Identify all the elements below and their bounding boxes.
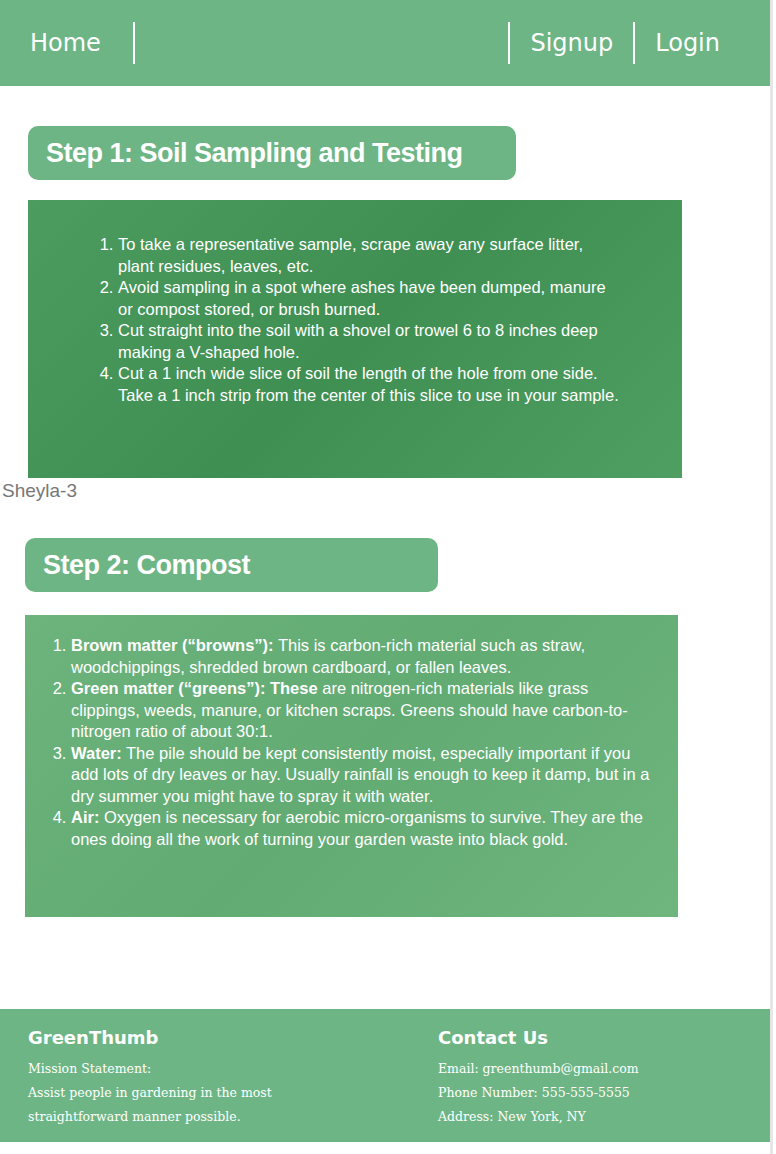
footer-about: GreenThumb Mission Statement: Assist peo… [28,1025,438,1130]
step-section: Step 2: Compost Brown matter (“browns”):… [0,538,770,917]
frame-label: Sheyla-3 [0,480,770,502]
step-title: Step 1: Soil Sampling and Testing [28,126,516,180]
nav-link[interactable]: Signup [508,22,633,64]
step-list: To take a representative sample, scrape … [96,234,622,406]
nav-link[interactable]: Home [30,22,135,64]
step-content: Brown matter (“browns”): This is carbon-… [25,615,678,917]
mission-text: Assist people in gardening in the most s… [28,1081,308,1129]
mission-label: Mission Statement: [28,1057,308,1081]
step-item: Cut a 1 inch wide slice of soil the leng… [118,363,622,406]
contact-line: Address: New York, NY [438,1105,770,1129]
nav-left: Home [30,22,135,64]
contact-line: Email: greenthumb@gmail.com [438,1057,770,1081]
step-item: Air: Oxygen is necessary for aerobic mic… [71,807,650,850]
step-item: Green matter (“greens”): These are nitro… [71,678,650,743]
nav-right: SignupLogin [508,22,740,64]
nav-link[interactable]: Login [633,22,740,64]
step-item: Avoid sampling in a spot where ashes hav… [118,277,622,320]
step-item: To take a representative sample, scrape … [118,234,622,277]
step-content: To take a representative sample, scrape … [28,200,682,478]
step-item: Cut straight into the soil with a shovel… [118,320,622,363]
footer-contact: Contact Us Email: greenthumb@gmail.comPh… [438,1025,770,1130]
step-item: Brown matter (“browns”): This is carbon-… [71,635,650,678]
step-title: Step 2: Compost [25,538,438,592]
page: Home SignupLogin Step 1: Soil Sampling a… [0,0,773,1154]
step-list: Brown matter (“browns”): This is carbon-… [49,635,650,850]
footer-brand: GreenThumb [28,1025,438,1051]
contact-line: Phone Number: 555-555-5555 [438,1081,770,1105]
step-section: Step 1: Soil Sampling and Testing To tak… [0,126,770,478]
contact-title: Contact Us [438,1025,770,1051]
nav-bar: Home SignupLogin [0,0,770,86]
footer: GreenThumb Mission Statement: Assist peo… [0,1009,770,1142]
step-item: Water: The pile should be kept consisten… [71,743,650,808]
